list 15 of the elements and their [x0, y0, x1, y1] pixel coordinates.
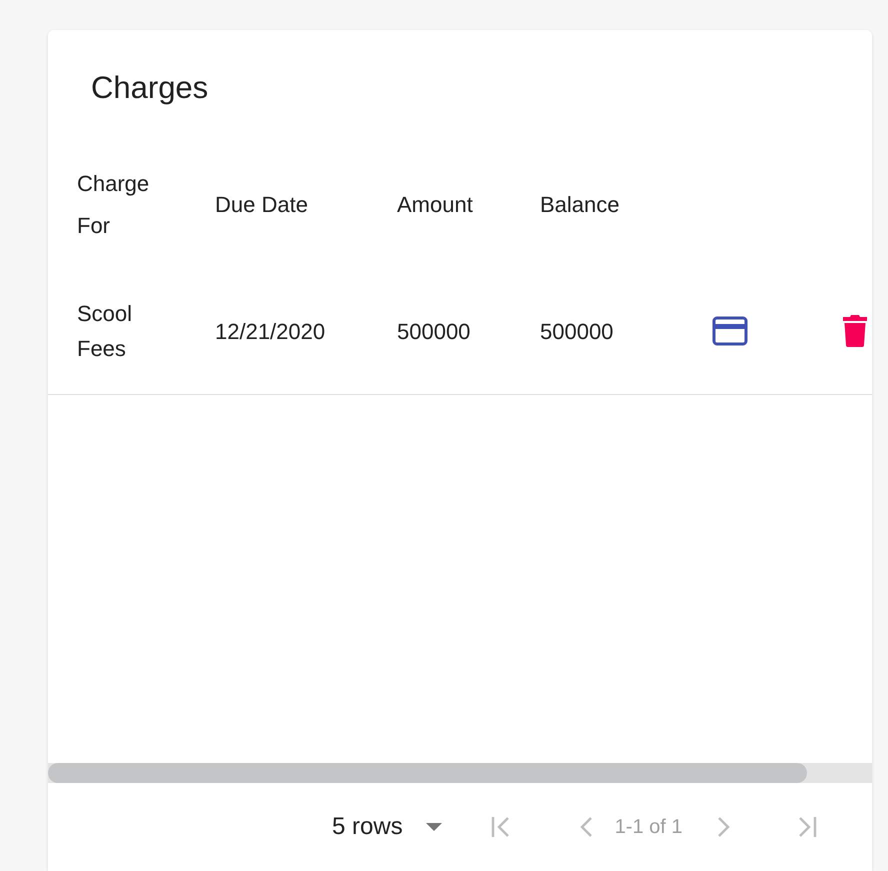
column-header: Balance: [540, 192, 620, 217]
caret-icon: [424, 822, 443, 832]
table-cell: 500000: [540, 318, 614, 344]
column-header: Charge For: [77, 170, 150, 240]
table-cell: 12/21/2020: [215, 318, 326, 344]
rows-per-page-select[interactable]: 5 rows: [332, 813, 443, 841]
column-header: Amount: [397, 192, 473, 217]
first-page-icon: [490, 815, 512, 839]
table-cell: 500000: [397, 318, 470, 344]
column-header: Due Date: [215, 192, 308, 217]
credit-card-icon[interactable]: [712, 316, 748, 346]
trash-icon[interactable]: [843, 315, 867, 347]
card-title: Charges: [90, 69, 210, 107]
page-range: 1-1 of 1: [614, 816, 683, 838]
table-cell-text: Scool Fees: [77, 300, 134, 363]
